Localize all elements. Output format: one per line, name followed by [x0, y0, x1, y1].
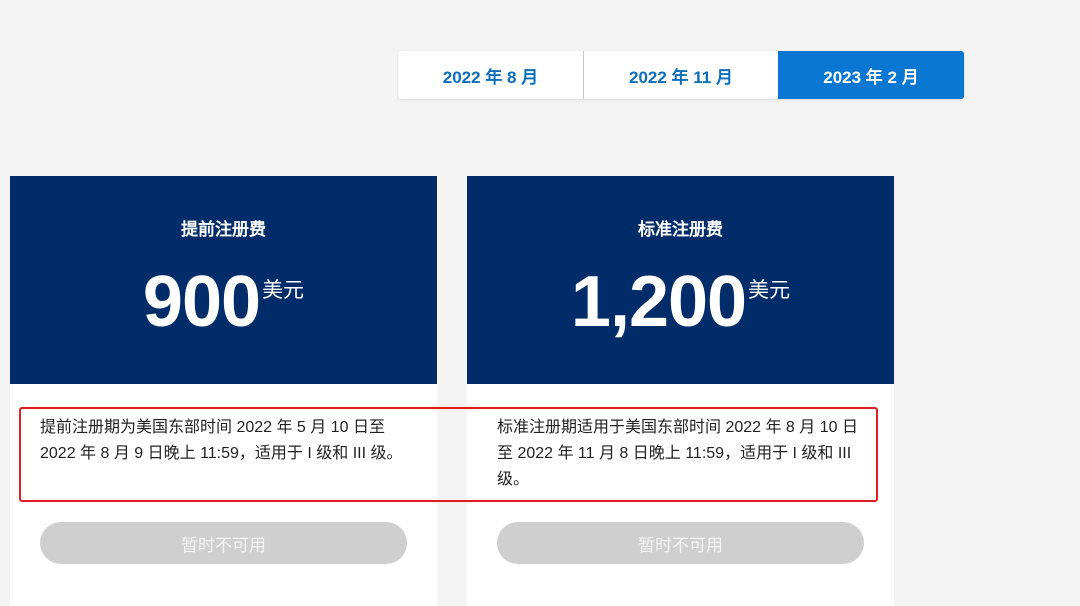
card-title: 提前注册费 — [181, 220, 266, 239]
price-amount: 900 — [142, 262, 261, 342]
price: 1,200 美元 — [467, 262, 894, 342]
unavailable-button[interactable]: 暂时不可用 — [497, 522, 864, 564]
period-tabs: 2022 年 8 月 2022 年 11 月 2023 年 2 月 — [398, 51, 964, 99]
card-description: 标准注册期适用于美国东部时间 2022 年 8 月 10 日至 2022 年 1… — [497, 419, 858, 488]
price: 900 美元 — [10, 262, 437, 342]
card-header: 标准注册费 1,200 美元 — [467, 176, 894, 384]
tab-2022-nov[interactable]: 2022 年 11 月 — [583, 51, 778, 99]
card-header: 提前注册费 900 美元 — [10, 176, 437, 384]
early-registration-card: 提前注册费 900 美元 提前注册期为美国东部时间 2022 年 5 月 10 … — [10, 176, 437, 606]
tab-2022-aug[interactable]: 2022 年 8 月 — [398, 51, 583, 99]
unavailable-button[interactable]: 暂时不可用 — [40, 522, 407, 564]
price-unit: 美元 — [748, 279, 791, 302]
card-title: 标准注册费 — [638, 220, 723, 239]
card-description: 提前注册期为美国东部时间 2022 年 5 月 10 日至 2022 年 8 月… — [40, 419, 403, 462]
price-amount: 1,200 — [570, 262, 747, 342]
standard-registration-card: 标准注册费 1,200 美元 标准注册期适用于美国东部时间 2022 年 8 月… — [467, 176, 894, 606]
price-unit: 美元 — [262, 279, 305, 302]
tab-2023-feb[interactable]: 2023 年 2 月 — [778, 51, 964, 99]
